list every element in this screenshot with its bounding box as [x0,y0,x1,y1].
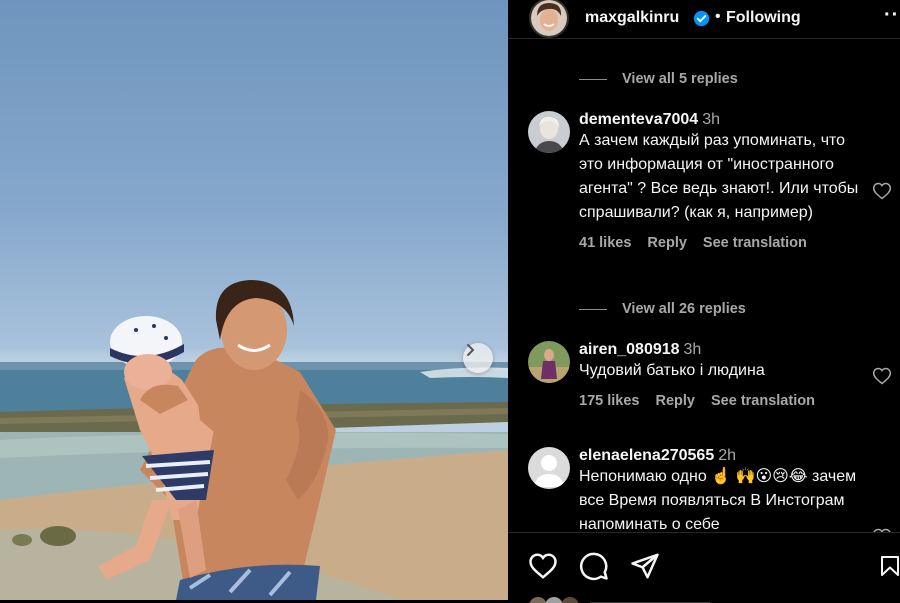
view-replies-button[interactable]: View all 26 replies [579,301,746,317]
next-photo-button[interactable] [463,343,493,373]
post-photo [0,0,508,600]
like-comment-heart-icon[interactable] [872,181,892,201]
verified-badge-icon [693,10,710,27]
comments-panel: maxgalkinru • Following ·· View all 5 re… [508,0,900,603]
comment-time: 2h [718,447,737,464]
comments-list: View all 5 replies dementeva7004 3h А зач… [508,39,900,532]
comment-likes[interactable]: 41 likes [579,235,631,251]
commenter-username[interactable]: dementeva7004 [579,111,698,128]
commenter-avatar[interactable] [528,447,570,489]
comment-time: 3h [683,341,702,358]
comment-text: Чудовий батько і людина [579,362,765,379]
replies-divider [579,78,607,80]
comment-icon[interactable] [579,551,609,581]
liked-by-strip [528,593,888,603]
comment-likes[interactable]: 175 likes [579,393,639,409]
commenter-avatar[interactable] [528,111,570,153]
view-replies-label: View all 26 replies [622,301,746,317]
author-avatar[interactable] [529,0,569,38]
comment-text: А зачем каждый раз упоминать, что это ин… [579,132,859,221]
commenter-avatar[interactable] [528,341,570,383]
paper-plane-icon[interactable] [630,551,660,581]
view-replies-button[interactable]: View all 5 replies [579,71,738,87]
post-header: maxgalkinru • Following ·· [508,0,900,39]
commenter-username[interactable]: airen_080918 [579,341,680,358]
post-actions-bar [508,532,900,603]
reply-button[interactable]: Reply [647,235,687,251]
view-replies-label: View all 5 replies [622,71,738,87]
see-translation-button[interactable]: See translation [703,235,807,251]
like-comment-heart-icon[interactable] [872,366,892,386]
following-button[interactable]: Following [726,9,801,27]
comment-time: 3h [702,111,720,128]
bookmark-icon[interactable] [878,551,900,581]
beach-photo [0,280,508,600]
comment-text: Непонимаю одно ☝️ 🙌😮😢😂 зачем все Время п… [579,468,857,532]
replies-divider [579,308,607,310]
see-translation-button[interactable]: See translation [711,393,815,409]
reply-button[interactable]: Reply [655,393,695,409]
commenter-username[interactable]: elenaelena270565 [579,447,714,464]
heart-icon[interactable] [528,551,558,581]
more-options-icon[interactable]: ·· [884,4,899,27]
header-separator: • [715,8,721,25]
author-username[interactable]: maxgalkinru [585,9,679,27]
chevron-right-icon [467,344,475,356]
